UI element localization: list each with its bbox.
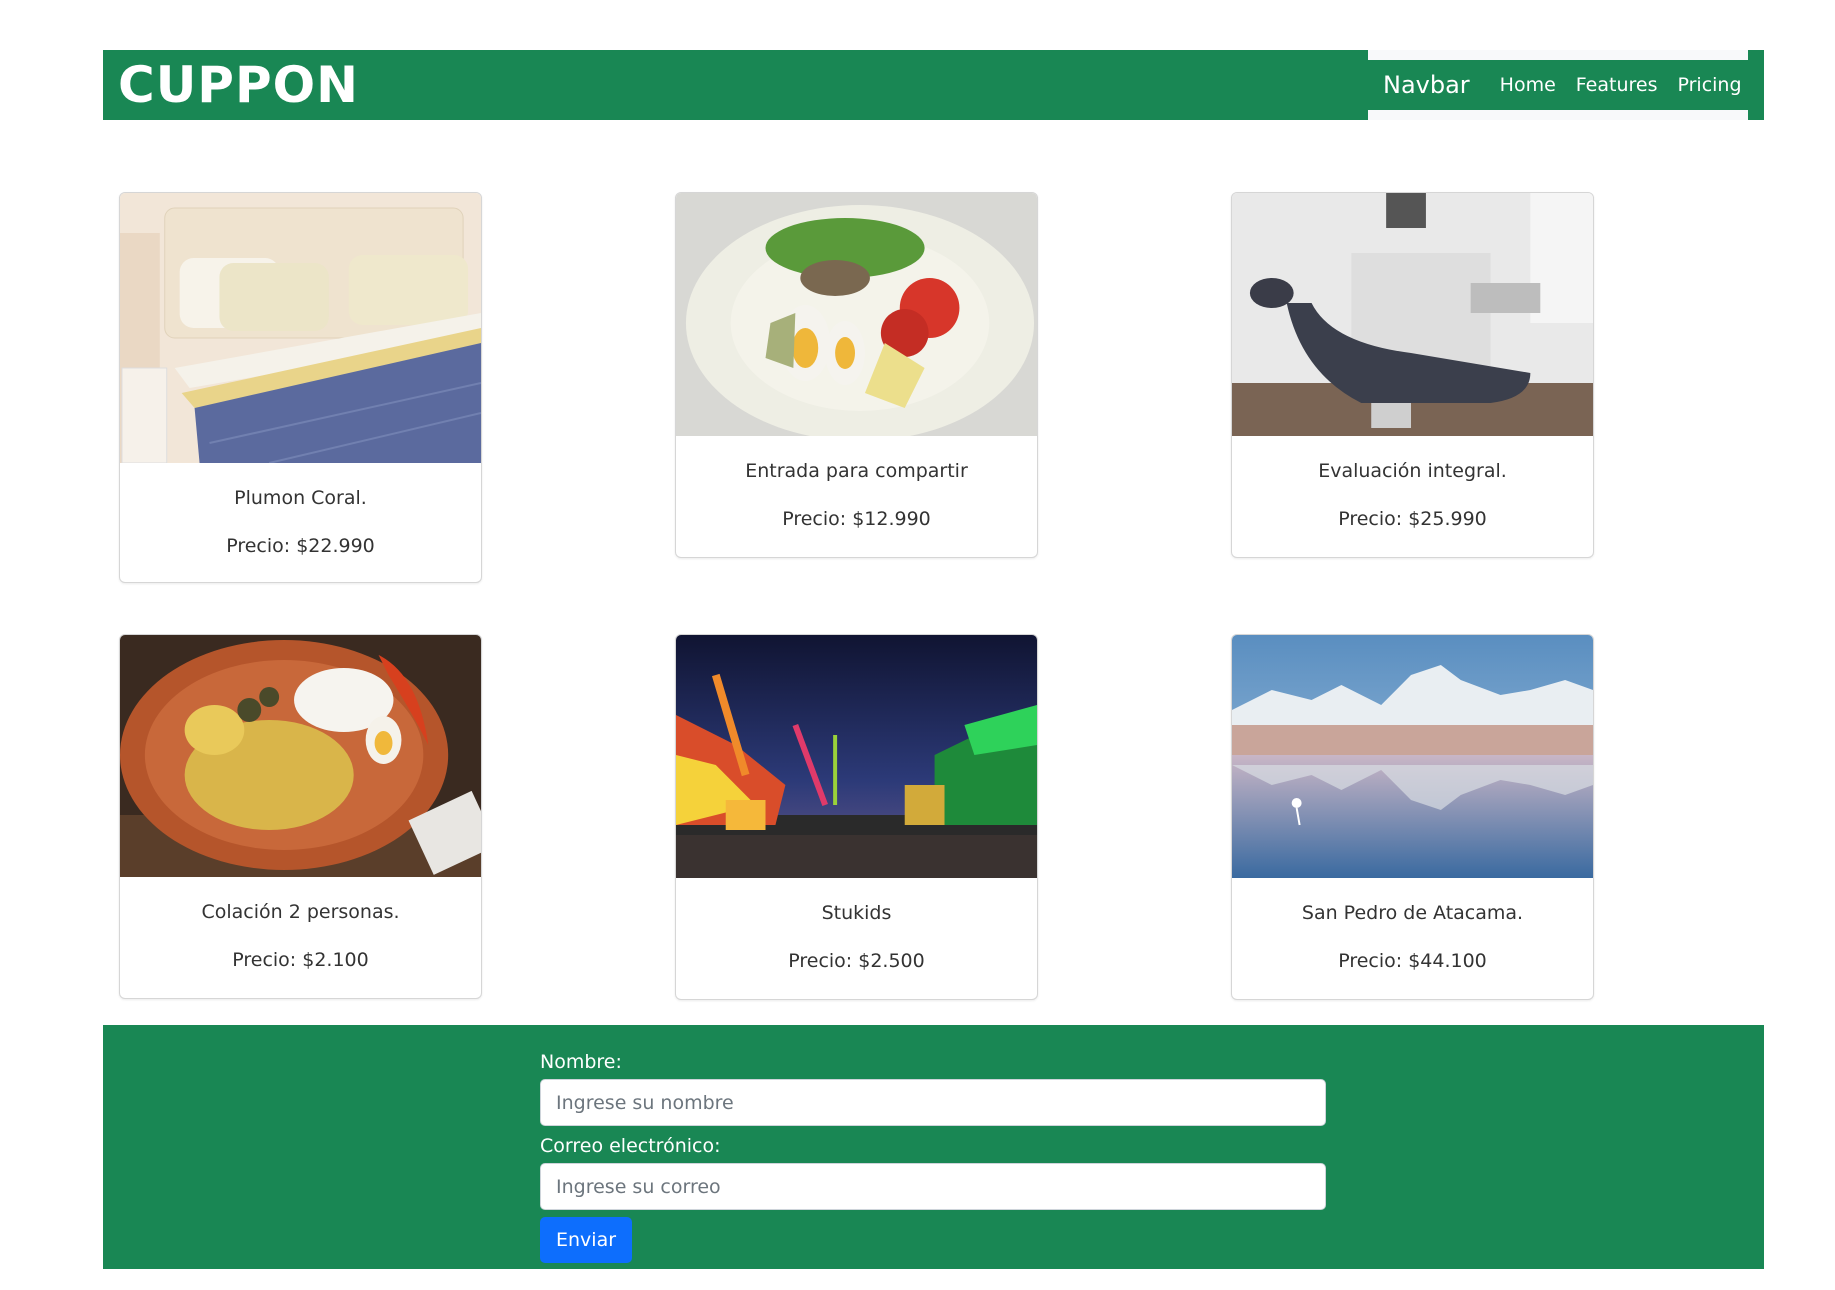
dental-chair-photo (1232, 193, 1593, 436)
atacama-landscape-photo (1232, 635, 1593, 878)
card-title: San Pedro de Atacama. (1301, 902, 1524, 924)
product-card[interactable]: Colación 2 personas. Precio: $2.100 (119, 634, 482, 999)
navbar-container: Navbar Home Features Pricing (1368, 50, 1748, 120)
product-card[interactable]: Plumon Coral. Precio: $22.990 (119, 192, 482, 583)
card-title: Colación 2 personas. (201, 901, 400, 923)
product-card[interactable]: Evaluación integral. Precio: $25.990 (1231, 192, 1594, 558)
night-fair-photo (676, 635, 1037, 878)
contact-form: Nombre: Correo electrónico: Enviar (540, 1049, 1326, 1263)
product-card[interactable]: San Pedro de Atacama. Precio: $44.100 (1231, 634, 1594, 1000)
card-title: Plumon Coral. (234, 487, 367, 509)
card-title: Evaluación integral. (1318, 460, 1507, 482)
navbar-brand[interactable]: Navbar (1383, 71, 1470, 99)
email-label: Correo electrónico: (540, 1135, 721, 1157)
nav-link-home[interactable]: Home (1500, 74, 1556, 96)
card-price: Precio: $22.990 (226, 535, 375, 557)
card-price: Precio: $2.100 (232, 949, 369, 971)
email-input[interactable] (540, 1163, 1326, 1210)
submit-button[interactable]: Enviar (540, 1217, 633, 1263)
bed-photo (120, 193, 481, 463)
navbar: Navbar Home Features Pricing (1368, 60, 1748, 110)
nav-link-features[interactable]: Features (1576, 74, 1658, 96)
chicken-dish-photo (120, 635, 481, 877)
card-title: Entrada para compartir (745, 460, 968, 482)
name-label: Nombre: (540, 1051, 622, 1073)
product-card[interactable]: Entrada para compartir Precio: $12.990 (675, 192, 1038, 558)
salad-photo (676, 193, 1037, 436)
card-price: Precio: $12.990 (782, 508, 931, 530)
product-card[interactable]: Stukids Precio: $2.500 (675, 634, 1038, 1000)
card-price: Precio: $25.990 (1338, 508, 1487, 530)
site-logo[interactable]: CUPPON (118, 56, 359, 114)
card-price: Precio: $44.100 (1338, 950, 1487, 972)
name-input[interactable] (540, 1079, 1326, 1126)
contact-footer: Nombre: Correo electrónico: Enviar (103, 1025, 1764, 1269)
site-header: CUPPON Navbar Home Features Pricing (103, 50, 1764, 120)
nav-link-pricing[interactable]: Pricing (1677, 74, 1741, 96)
card-price: Precio: $2.500 (788, 950, 925, 972)
card-title: Stukids (821, 902, 892, 924)
